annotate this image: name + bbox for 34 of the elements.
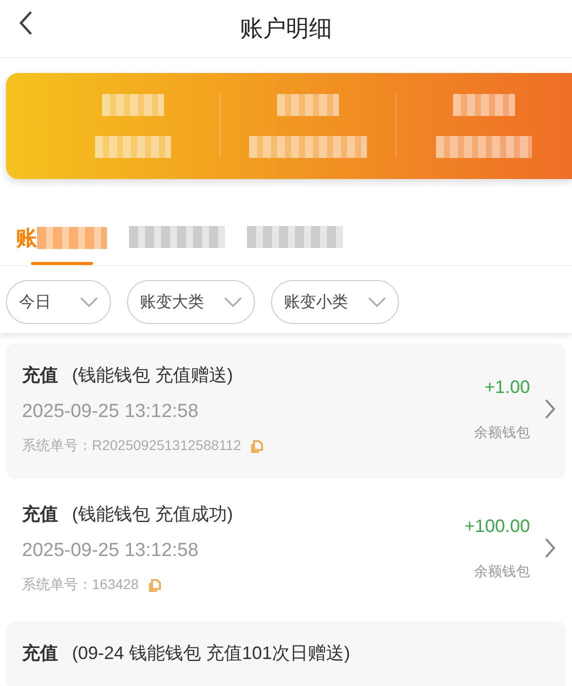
wallet-name: 余额钱包 xyxy=(474,424,530,442)
filter-dropdown[interactable]: 账变大类 xyxy=(127,280,255,324)
record-detail: (钱能钱包 充值成功) xyxy=(72,503,233,526)
tab[interactable] xyxy=(129,224,225,250)
order-number: 系统单号：R202509251312588112 xyxy=(22,437,242,455)
order-number: 系统单号：163428 xyxy=(22,576,139,594)
chevron-down-icon xyxy=(80,297,98,307)
record-time: 2025-09-25 13:12:58 xyxy=(22,540,200,562)
record-type: 充值 xyxy=(22,642,58,665)
pixelated-label xyxy=(453,94,516,116)
record-detail: (钱能钱包 充值赠送) xyxy=(72,364,233,387)
pixelated-label xyxy=(102,94,164,116)
pixelated-label xyxy=(276,94,339,116)
copy-icon[interactable] xyxy=(251,440,264,452)
chevron-right-icon[interactable] xyxy=(544,537,556,559)
record-row[interactable]: 充值 (09-24 钱能钱包 充值101次日赠送) xyxy=(6,621,566,686)
amount: +100.00 xyxy=(464,516,530,536)
record-row[interactable]: 充值 (钱能钱包 充值赠送) 2025-09-25 13:12:58 系统单号：R202509251312588112 +1.00 余额钱包 xyxy=(6,343,566,479)
amount: +1.00 xyxy=(484,376,530,398)
tab-underline xyxy=(30,262,92,265)
record-type: 充值 xyxy=(22,503,58,526)
record-detail: (09-24 钱能钱包 充值101次日赠送) xyxy=(72,642,350,665)
tab[interactable] xyxy=(247,224,343,250)
chevron-right-icon[interactable] xyxy=(544,398,556,420)
filter-dropdown[interactable]: 今日 xyxy=(6,280,111,324)
copy-icon[interactable] xyxy=(148,578,161,592)
back-icon[interactable] xyxy=(18,10,34,36)
page-title: 账户明细 xyxy=(240,14,332,43)
filter-dropdown[interactable]: 账变小类 xyxy=(271,280,399,324)
wallet-name: 余额钱包 xyxy=(474,562,530,580)
chevron-down-icon xyxy=(224,297,242,307)
record-type: 充值 xyxy=(22,364,58,387)
chevron-down-icon xyxy=(368,297,386,307)
record-time: 2025-09-25 13:12:58 xyxy=(22,401,200,423)
